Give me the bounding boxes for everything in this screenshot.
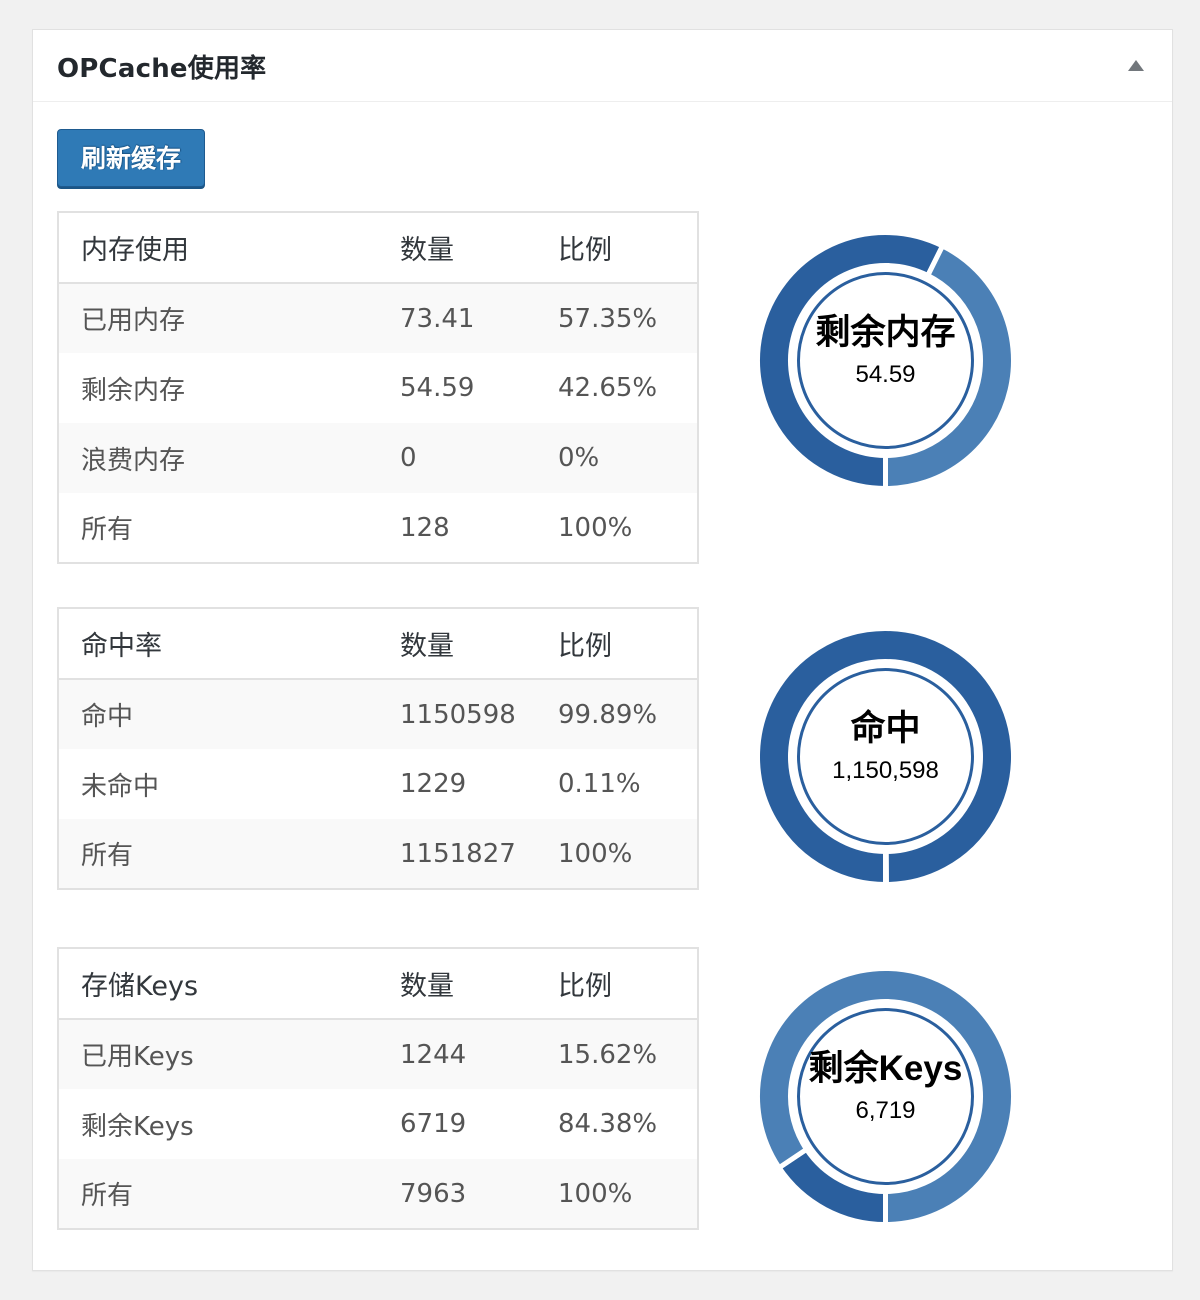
table-row: 已用内存 73.41 57.35% xyxy=(58,283,698,353)
row-label: 浪费内存 xyxy=(81,445,186,476)
row-count: 7963 xyxy=(400,1178,467,1209)
row-count: 54.59 xyxy=(400,373,475,403)
column-header: 数量 xyxy=(378,948,536,1020)
table-row: 所有 1151827 100% xyxy=(58,819,698,889)
donut-slice xyxy=(883,848,889,888)
column-header: 存储Keys xyxy=(58,948,378,1020)
widget-header[interactable]: OPCache使用率 xyxy=(33,30,1172,102)
row-count: 1244 xyxy=(400,1039,467,1070)
column-header: 内存使用 xyxy=(58,212,378,284)
table-row: 剩余Keys 6719 84.38% xyxy=(58,1089,698,1159)
column-header: 比例 xyxy=(536,212,698,284)
column-header: 命中率 xyxy=(58,608,378,680)
row-label: 所有 xyxy=(81,1181,134,1211)
table-header-row: 命中率 数量 比例 xyxy=(58,608,698,680)
keys-table: 存储Keys 数量 比例 已用Keys 1244 15.62% 剩余Keys 6… xyxy=(57,947,699,1230)
row-ratio: 15.62% xyxy=(558,1039,658,1070)
donut-center-value: 1,150,598 xyxy=(832,757,939,784)
row-label: 命中 xyxy=(81,702,134,732)
collapse-arrow-icon[interactable] xyxy=(1128,60,1144,71)
memory-usage-table: 内存使用 数量 比例 已用内存 73.41 57.35% 剩余内存 54.59 … xyxy=(57,211,699,564)
table-header-row: 存储Keys 数量 比例 xyxy=(58,948,698,1020)
widget-title: OPCache使用率 xyxy=(57,54,267,84)
row-ratio: 0.11% xyxy=(558,769,641,799)
row-count: 1229 xyxy=(400,769,467,799)
memory-donut-chart[interactable]: 剩余内存 54.59 xyxy=(753,228,1018,493)
table-row: 未命中 1229 0.11% xyxy=(58,749,698,819)
table-row: 所有 128 100% xyxy=(58,493,698,563)
row-ratio: 99.89% xyxy=(558,699,658,730)
hit-rate-table: 命中率 数量 比例 命中 1150598 99.89% 未命中 1229 0.1… xyxy=(57,607,699,890)
row-count: 128 xyxy=(400,512,450,543)
row-ratio: 84.38% xyxy=(558,1109,658,1139)
row-label: 已用内存 xyxy=(81,306,186,336)
refresh-cache-button[interactable]: 刷新缓存 xyxy=(57,129,205,187)
row-ratio: 100% xyxy=(558,838,633,869)
column-header: 比例 xyxy=(536,608,698,680)
table-row: 已用Keys 1244 15.62% xyxy=(58,1019,698,1089)
row-ratio: 100% xyxy=(558,512,633,543)
row-count: 73.41 xyxy=(400,303,475,334)
row-count: 6719 xyxy=(400,1109,467,1139)
table-header-row: 内存使用 数量 比例 xyxy=(58,212,698,284)
column-header: 数量 xyxy=(378,212,536,284)
donut-center-label: 剩余内存 xyxy=(815,313,956,352)
row-ratio: 57.35% xyxy=(558,303,658,334)
table-row: 命中 1150598 99.89% xyxy=(58,679,698,749)
row-label: 剩余Keys xyxy=(81,1111,194,1142)
row-ratio: 0% xyxy=(558,443,600,473)
column-header: 数量 xyxy=(378,608,536,680)
row-label: 所有 xyxy=(81,515,134,545)
row-count: 0 xyxy=(400,443,417,473)
row-label: 已用Keys xyxy=(81,1042,194,1072)
opcache-widget: OPCache使用率 刷新缓存 内存使用 数量 比例 已用内存 73.41 57… xyxy=(32,29,1173,1271)
row-ratio: 100% xyxy=(558,1178,633,1209)
hit-rate-donut-chart[interactable]: 命中 1,150,598 xyxy=(753,624,1018,889)
row-count: 1151827 xyxy=(400,838,516,869)
table-row: 所有 7963 100% xyxy=(58,1159,698,1229)
donut-center-label: 命中 xyxy=(850,709,921,748)
donut-center-value: 54.59 xyxy=(855,361,916,388)
table-row: 剩余内存 54.59 42.65% xyxy=(58,353,698,423)
row-label: 所有 xyxy=(81,841,134,871)
donut-slice xyxy=(775,1145,888,1228)
table-row: 浪费内存 0 0% xyxy=(58,423,698,493)
row-count: 1150598 xyxy=(400,699,516,730)
row-ratio: 42.65% xyxy=(558,373,658,403)
donut-center-label: 剩余Keys xyxy=(808,1049,963,1088)
donut-center-value: 6,719 xyxy=(855,1097,916,1124)
column-header: 比例 xyxy=(536,948,698,1020)
keys-donut-chart[interactable]: 剩余Keys 6,719 xyxy=(753,964,1018,1229)
row-label: 未命中 xyxy=(81,771,160,802)
row-label: 剩余内存 xyxy=(81,375,186,406)
